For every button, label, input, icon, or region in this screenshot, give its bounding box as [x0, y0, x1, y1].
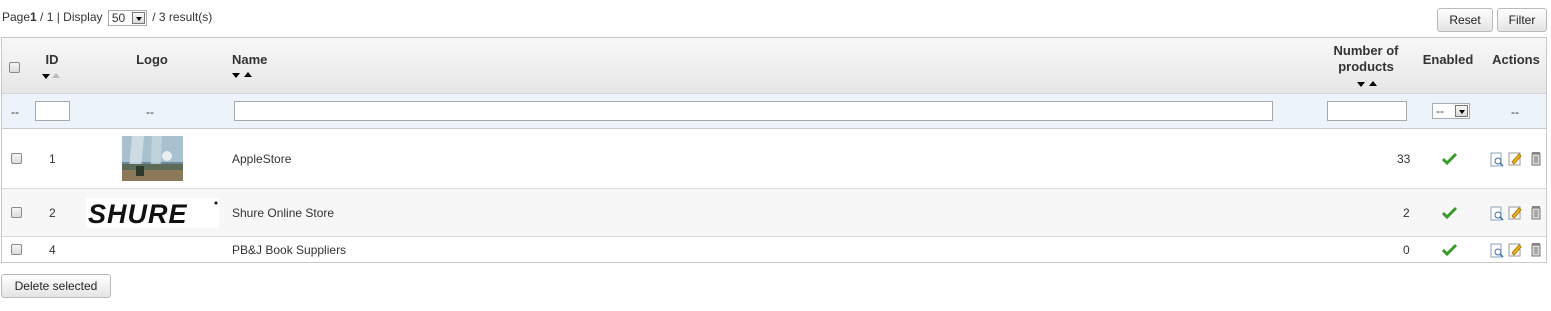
- row-checkbox[interactable]: [11, 244, 22, 255]
- column-logo-header: Logo: [136, 52, 168, 67]
- table-row: 2 SHURE Shure Online Store 2: [2, 189, 1546, 237]
- row-products: 33: [1397, 152, 1411, 166]
- page-current[interactable]: 1: [30, 10, 37, 24]
- sort-desc-icon[interactable]: [1357, 82, 1365, 87]
- logo-filter-dash: --: [146, 105, 154, 119]
- enabled-check-icon[interactable]: [1442, 243, 1457, 257]
- row-checkbox[interactable]: [11, 153, 22, 164]
- filter-button[interactable]: Filter: [1497, 8, 1547, 32]
- enabled-check-icon[interactable]: [1442, 152, 1457, 166]
- delete-icon[interactable]: [1530, 242, 1544, 257]
- shure-logo-text: SHURE: [88, 199, 188, 228]
- view-icon[interactable]: [1490, 243, 1504, 258]
- actions-filter-dash: --: [1511, 105, 1519, 119]
- view-icon[interactable]: [1490, 206, 1504, 221]
- row-id: 1: [49, 152, 56, 166]
- row-name: AppleStore: [232, 152, 292, 166]
- results-count: / 3 result(s): [152, 10, 213, 25]
- reset-button[interactable]: Reset: [1437, 8, 1493, 32]
- products-filter-input[interactable]: [1327, 101, 1407, 121]
- products-sort-controls: [1357, 81, 1379, 89]
- edit-icon[interactable]: [1508, 205, 1522, 220]
- id-sort-controls: [42, 73, 64, 81]
- filter-row: -- -- -- --: [2, 94, 1546, 129]
- shure-logo: SHURE: [86, 198, 219, 228]
- chevron-down-icon[interactable]: [1455, 105, 1468, 117]
- row-id: 4: [49, 243, 56, 257]
- select-all-checkbox[interactable]: [9, 62, 20, 73]
- per-page-value: 50: [111, 11, 126, 25]
- storefront-photo: [122, 136, 183, 181]
- table-row: 4 PB&J Book Suppliers 0: [2, 237, 1546, 262]
- per-page-select[interactable]: 50: [107, 10, 147, 26]
- pagination: Page1 / 1 | Display 50 / 3 result(s): [2, 10, 212, 26]
- row-name: Shure Online Store: [232, 206, 335, 220]
- edit-icon[interactable]: [1508, 151, 1522, 166]
- sort-asc-icon[interactable]: [1369, 81, 1377, 86]
- delete-icon[interactable]: [1530, 151, 1544, 166]
- sort-desc-icon[interactable]: [42, 74, 50, 79]
- row-id: 2: [49, 206, 56, 220]
- id-filter-input[interactable]: [35, 101, 70, 121]
- column-enabled-header: Enabled: [1422, 52, 1474, 67]
- chevron-down-icon[interactable]: [131, 12, 145, 24]
- table-row: 1 AppleStore 33: [2, 129, 1546, 189]
- column-products-header: Number of products: [1324, 43, 1408, 75]
- row-name: PB&J Book Suppliers: [232, 243, 347, 257]
- delete-selected-button[interactable]: Delete selected: [1, 274, 111, 298]
- row-checkbox[interactable]: [11, 207, 22, 218]
- column-name-header: Name: [232, 52, 268, 67]
- delete-icon[interactable]: [1530, 205, 1544, 220]
- table-header: ID Logo Name Number of products Enabled …: [2, 38, 1546, 94]
- select-filter-dash: --: [11, 105, 19, 119]
- enabled-check-icon[interactable]: [1442, 206, 1457, 220]
- top-toolbar: Page1 / 1 | Display 50 / 3 result(s) Res…: [0, 0, 1551, 36]
- products-header-line2: products: [1338, 59, 1394, 74]
- products-header-line1: Number of: [1333, 43, 1399, 58]
- name-filter-input[interactable]: [234, 101, 1273, 121]
- manufacturers-table: ID Logo Name Number of products Enabled …: [1, 37, 1547, 263]
- row-products: 0: [1403, 243, 1410, 257]
- sort-desc-icon[interactable]: [232, 73, 240, 78]
- row-products: 2: [1403, 206, 1410, 220]
- page-total: / 1 | Display: [36, 10, 103, 25]
- enabled-filter-value: --: [1436, 104, 1444, 118]
- column-actions-header: Actions: [1492, 52, 1540, 67]
- sort-asc-icon[interactable]: [244, 72, 252, 77]
- edit-icon[interactable]: [1508, 242, 1522, 257]
- column-id-header: ID: [45, 52, 59, 67]
- enabled-filter-select[interactable]: --: [1432, 103, 1470, 119]
- view-icon[interactable]: [1490, 152, 1504, 167]
- sort-asc-icon[interactable]: [52, 73, 60, 78]
- name-sort-controls: [232, 72, 254, 80]
- page-label: Page: [2, 10, 31, 25]
